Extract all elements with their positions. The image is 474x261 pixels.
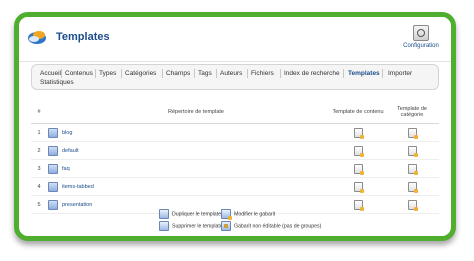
folder-icon: [48, 127, 58, 138]
edit-category-template-icon[interactable]: [407, 127, 418, 139]
folder-icon: [48, 145, 58, 156]
legend-delete-label: Supprimer le template: [172, 223, 223, 230]
tab-types[interactable]: Types: [99, 70, 116, 77]
column-header-num: #: [31, 101, 47, 124]
tab-bar: Accueil Contenus Types Catégories Champs…: [31, 64, 439, 90]
main-window: Templates Configuration Accueil Contenus…: [14, 12, 456, 241]
legend-locked: Gabarit non éditable (pas de groupes): [221, 221, 321, 231]
edit-category-template-icon[interactable]: [407, 181, 418, 193]
legend-locked-label: Gabarit non éditable (pas de groupes): [234, 223, 322, 230]
tab-categories[interactable]: Catégories: [125, 70, 156, 77]
tab-auteurs[interactable]: Auteurs: [220, 70, 242, 77]
tab-divider: [280, 69, 281, 78]
tab-statistiques[interactable]: Statistiques: [40, 79, 74, 86]
template-name-link[interactable]: items-tabbed: [62, 184, 94, 190]
page-header: Templates Configuration: [19, 17, 451, 62]
configuration-button[interactable]: Configuration: [399, 25, 443, 49]
tab-divider: [61, 69, 62, 78]
row-number: 2: [31, 141, 47, 160]
row-number: 3: [31, 159, 47, 178]
table-row: 1 blog: [31, 123, 439, 142]
edit-content-template-icon[interactable]: [353, 163, 364, 175]
edit-icon: [221, 209, 232, 220]
tab-tags[interactable]: Tags: [198, 70, 212, 77]
folder-icon: [48, 199, 58, 210]
tab-divider: [162, 69, 163, 78]
tab-divider: [121, 69, 122, 78]
folder-icon: [48, 181, 58, 192]
tab-divider: [247, 69, 248, 78]
template-name-link[interactable]: presentation: [62, 202, 92, 208]
table-row: 2 default: [31, 141, 439, 160]
edit-content-template-icon[interactable]: [353, 127, 364, 139]
column-header-category-template: Template de catégorie: [385, 101, 439, 124]
legend-duplicate: Dupliquer le template: [159, 209, 221, 219]
column-header-content-template: Template de contenu: [331, 101, 385, 124]
edit-content-template-icon[interactable]: [353, 181, 364, 193]
legend-delete: Supprimer le template: [159, 221, 223, 231]
row-number: 5: [31, 195, 47, 214]
lock-icon: [221, 221, 231, 231]
template-name-link[interactable]: default: [62, 148, 79, 154]
edit-category-template-icon[interactable]: [407, 163, 418, 175]
tab-templates[interactable]: Templates: [348, 70, 380, 77]
table-row: 3 faq: [31, 159, 439, 178]
delete-icon: [159, 221, 169, 231]
legend-duplicate-label: Dupliquer le template: [172, 211, 222, 218]
page-title: Templates: [56, 31, 110, 43]
tab-index-de-recherche[interactable]: Index de recherche: [284, 70, 340, 77]
configuration-label: Configuration: [403, 43, 439, 49]
template-name-link[interactable]: blog: [62, 130, 72, 136]
column-header-icon: [47, 101, 61, 124]
edit-content-template-icon[interactable]: [353, 145, 364, 157]
legend-edit-label: Modifier le gabarit: [234, 211, 276, 218]
edit-content-template-icon[interactable]: [353, 199, 364, 211]
table-row: 4 items-tabbed: [31, 177, 439, 196]
tab-fichiers[interactable]: Fichiers: [251, 70, 274, 77]
tab-divider: [194, 69, 195, 78]
tab-divider: [216, 69, 217, 78]
logo-icon: [28, 31, 46, 44]
edit-category-template-icon[interactable]: [407, 145, 418, 157]
tab-contenus[interactable]: Contenus: [65, 70, 93, 77]
legend-edit: Modifier le gabarit: [221, 209, 276, 220]
templates-table: # Répertoire de template Template de con…: [31, 101, 439, 214]
folder-icon: [48, 163, 58, 174]
tab-accueil[interactable]: Accueil: [40, 70, 61, 77]
tab-champs[interactable]: Champs: [166, 70, 190, 77]
duplicate-icon: [159, 209, 169, 219]
tab-divider: [343, 69, 344, 78]
edit-category-template-icon[interactable]: [407, 199, 418, 211]
tab-divider: [382, 69, 383, 78]
table-header-row: # Répertoire de template Template de con…: [31, 101, 439, 124]
configuration-icon: [413, 25, 429, 41]
tab-divider: [95, 69, 96, 78]
template-name-link[interactable]: faq: [62, 166, 70, 172]
row-number: 1: [31, 123, 47, 142]
column-header-directory: Répertoire de template: [61, 101, 331, 124]
tab-importer[interactable]: Importer: [388, 70, 412, 77]
row-number: 4: [31, 177, 47, 196]
